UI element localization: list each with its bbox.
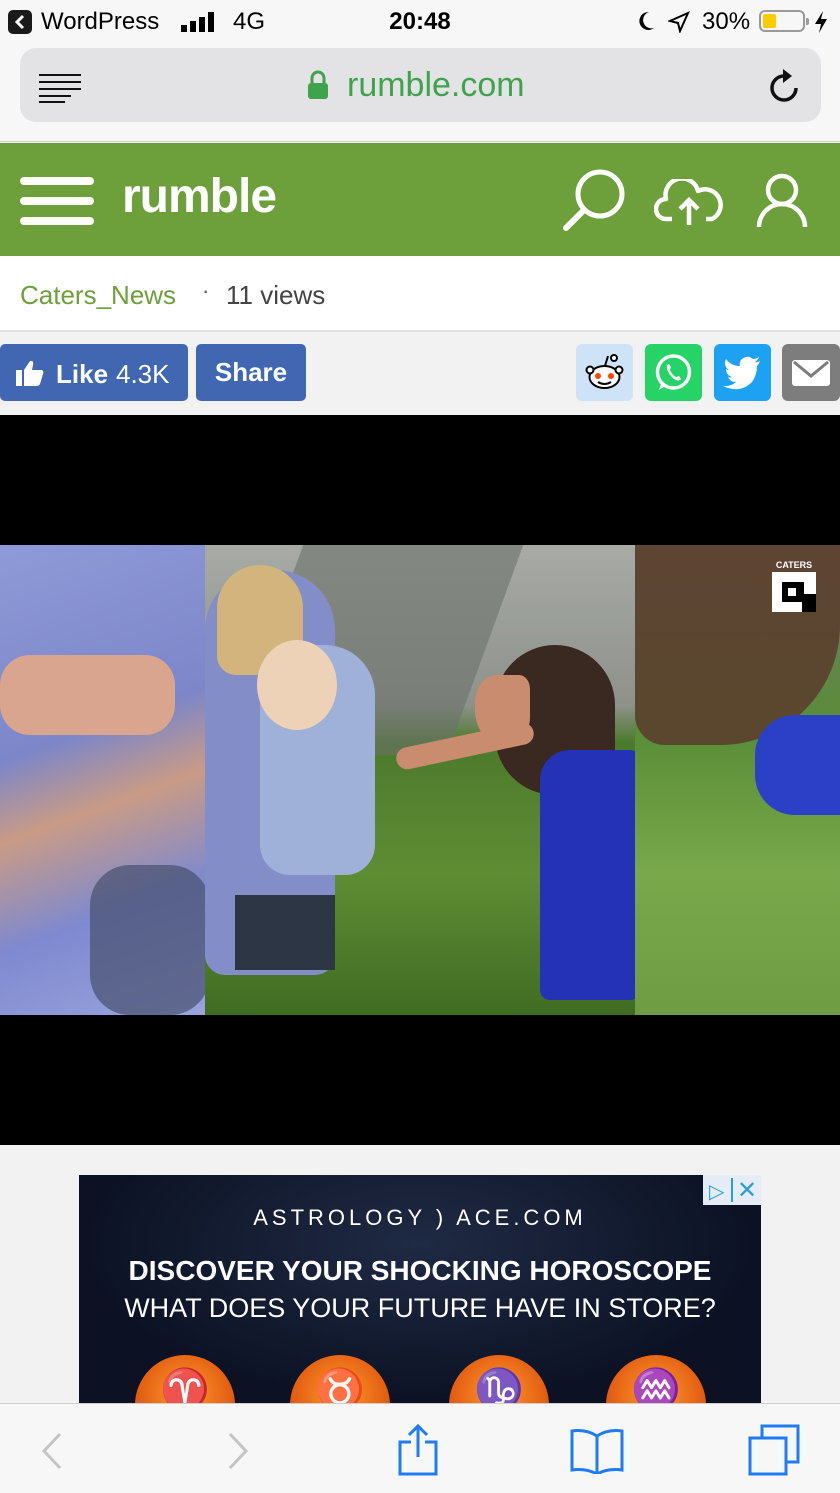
battery-icon [759, 10, 809, 32]
caters-logo-mark [772, 572, 816, 612]
taurus-icon: ♉ [290, 1355, 390, 1405]
aries-icon: ♈ [135, 1355, 235, 1405]
watermark-text: CATERS [775, 560, 813, 570]
reload-icon[interactable] [768, 68, 802, 106]
envelope-icon [792, 360, 830, 386]
like-count: 4.3K [116, 359, 170, 389]
site-header: rumble [0, 143, 840, 256]
twitter-bird-icon [723, 356, 760, 390]
reader-view-icon[interactable] [39, 73, 81, 103]
whatsapp-share-button[interactable] [645, 344, 702, 401]
channel-link[interactable]: Caters_News [20, 280, 176, 311]
video-meta-row: Caters_News · 11 views [0, 256, 840, 332]
battery-percent: 30% [702, 8, 751, 35]
twitter-share-button[interactable] [714, 344, 771, 401]
ad-close-icon[interactable]: ✕ [737, 1176, 757, 1205]
bookmarks-icon[interactable] [570, 1428, 624, 1474]
search-icon[interactable] [562, 169, 628, 231]
ad-subline: WHAT DOES YOUR FUTURE HAVE IN STORE? [124, 1293, 716, 1323]
forward-arrow-icon[interactable] [226, 1432, 250, 1470]
video-frame [0, 545, 840, 1015]
browser-address-area: rumble.com [0, 44, 840, 142]
ad-headline: DISCOVER YOUR SHOCKING HOROSCOPE [128, 1255, 712, 1286]
video-left-panel [0, 545, 210, 1015]
ad-info-icon[interactable]: ▷ [709, 1179, 724, 1204]
page: WordPress 4G 20:48 30% rumble.com rumble… [0, 0, 840, 1493]
action-row: Like 4.3K Share [0, 333, 840, 415]
caters-watermark: CATERS [772, 560, 816, 612]
view-count: 11 views [226, 280, 326, 310]
capricorn-icon: ♑ [449, 1355, 549, 1405]
video-player[interactable]: CATERS [0, 415, 840, 1145]
back-arrow-icon[interactable] [40, 1432, 64, 1470]
tabs-icon[interactable] [748, 1424, 802, 1476]
share-button[interactable]: Share [196, 344, 306, 401]
upload-cloud-icon[interactable] [654, 179, 724, 227]
advertisement[interactable]: ▷ ✕ ASTROLOGY ) ACE.COM DISCOVER YOUR SH… [79, 1175, 761, 1405]
aquarius-icon: ♒ [606, 1355, 706, 1405]
video-center-panel [205, 545, 640, 1015]
user-account-icon[interactable] [756, 173, 808, 229]
like-button[interactable]: Like 4.3K [0, 344, 188, 401]
ad-brand: ASTROLOGY ) ACE.COM [253, 1205, 587, 1230]
location-icon [668, 11, 690, 33]
moon-icon [639, 11, 654, 30]
charging-bolt-icon [815, 11, 827, 33]
status-bar: WordPress 4G 20:48 30% [0, 0, 840, 44]
reddit-share-button[interactable] [576, 344, 633, 401]
url-text[interactable]: rumble.com [347, 66, 525, 105]
video-right-panel [635, 545, 840, 1015]
thumbs-up-icon [16, 360, 44, 386]
reddit-icon [585, 354, 624, 389]
email-share-button[interactable] [782, 344, 840, 401]
whatsapp-icon [655, 354, 692, 390]
lock-icon [308, 70, 328, 99]
share-sheet-icon[interactable] [398, 1424, 438, 1476]
like-label: Like [56, 359, 109, 389]
meta-separator: · [202, 278, 210, 303]
browser-toolbar [0, 1403, 840, 1493]
rumble-logo[interactable]: rumble [122, 169, 277, 224]
address-bar[interactable]: rumble.com [20, 48, 821, 122]
ad-choices[interactable]: ▷ ✕ [703, 1175, 761, 1205]
hamburger-menu-icon[interactable] [20, 177, 94, 225]
